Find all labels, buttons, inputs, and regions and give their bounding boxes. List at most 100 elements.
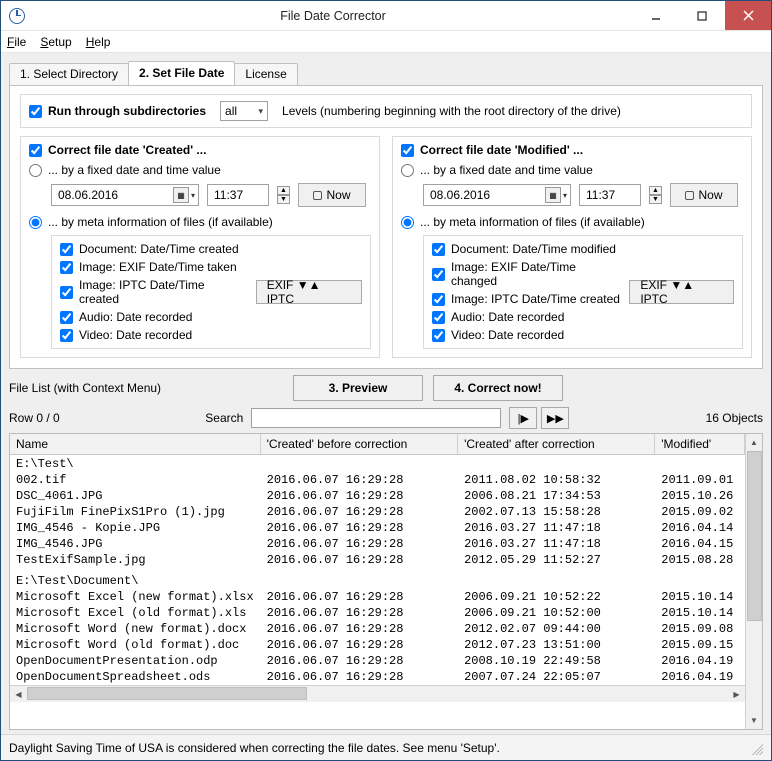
modified-meta-label: ... by meta information of files (if ava… (420, 215, 645, 229)
modified-now-button[interactable]: Now (670, 183, 738, 207)
created-meta-label: ... by meta information of files (if ava… (48, 215, 273, 229)
calendar-icon: ▦ (545, 187, 561, 203)
scroll-left-icon: ◀ (10, 690, 27, 699)
modified-time-spinner[interactable]: ▲ ▼ (649, 186, 662, 204)
row-counter: Row 0 / 0 (9, 411, 69, 425)
table-group[interactable]: E:\Test\ (10, 455, 745, 473)
subdir-checkbox-input[interactable] (29, 105, 42, 118)
created-time-value: 11:37 (214, 188, 243, 202)
tabstrip: 1. Select Directory 2. Set File Date Lic… (9, 61, 763, 85)
vscrollbar[interactable]: ▲ ▼ (745, 434, 762, 729)
levels-select[interactable]: all ▾ (220, 101, 268, 121)
created-fixed-radio[interactable] (29, 164, 42, 177)
subdir-checkbox[interactable]: Run through subdirectories (29, 104, 206, 118)
preview-button[interactable]: 3. Preview (293, 375, 423, 401)
created-fixed-label: ... by a fixed date and time value (48, 163, 221, 177)
modified-meta-radio[interactable] (401, 216, 414, 229)
created-date-value: 08.06.2016 (58, 188, 118, 202)
hscrollbar[interactable]: ◀ ▶ (10, 685, 745, 702)
table-row[interactable]: Microsoft Word (old format).doc2016.06.0… (10, 637, 745, 653)
modified-audio-check[interactable]: Audio: Date recorded (432, 310, 621, 324)
table-header-row[interactable]: Name 'Created' before correction 'Create… (10, 434, 745, 455)
levels-value: all (225, 104, 237, 118)
resize-grip-icon[interactable] (749, 741, 763, 755)
created-exif-iptc-button[interactable]: EXIF ▼▲ IPTC (256, 280, 362, 304)
menu-file[interactable]: File (7, 35, 26, 49)
created-audio-check[interactable]: Audio: Date recorded (60, 310, 248, 324)
created-iptc-check[interactable]: Image: IPTC Date/Time created (60, 278, 248, 306)
chevron-down-icon: ▾ (258, 106, 263, 117)
search-next-button[interactable]: |▶ (509, 407, 537, 429)
menubar: File Setup Help (1, 31, 771, 53)
chevron-down-icon: ▾ (191, 191, 195, 200)
modified-exif-iptc-button[interactable]: EXIF ▼▲ IPTC (629, 280, 734, 304)
subdir-panel: Run through subdirectories all ▾ Levels … (20, 94, 752, 128)
table-group[interactable]: E:\Test\Document\ (10, 568, 745, 589)
table-row[interactable]: DSC_4061.JPG2016.06.07 16:29:282006.08.2… (10, 488, 745, 504)
table-row[interactable]: Microsoft Word (new format).docx2016.06.… (10, 621, 745, 637)
modified-time-picker[interactable]: 11:37 (579, 184, 641, 206)
table-row[interactable]: IMG_4546 - Kopie.JPG2016.06.07 16:29:282… (10, 520, 745, 536)
modified-panel: Correct file date 'Modified' ... ... by … (392, 136, 752, 358)
table-row[interactable]: Microsoft Excel (new format).xlsx2016.06… (10, 589, 745, 605)
minimize-button[interactable] (633, 1, 679, 30)
table-row[interactable]: 002.tif2016.06.07 16:29:282011.08.02 10:… (10, 472, 745, 488)
filelist-label: File List (with Context Menu) (9, 381, 161, 395)
table-row[interactable]: OpenDocumentSpreadsheet.ods2016.06.07 16… (10, 669, 745, 685)
table-row[interactable]: FujiFilm FinePixS1Pro (1).jpg2016.06.07 … (10, 504, 745, 520)
hscroll-thumb[interactable] (27, 687, 307, 700)
menu-setup[interactable]: Setup (40, 35, 71, 49)
square-icon (313, 191, 322, 200)
col-before[interactable]: 'Created' before correction (260, 434, 457, 455)
spinner-up-icon: ▲ (649, 186, 662, 195)
table-row[interactable]: OpenDocumentPresentation.odp2016.06.07 1… (10, 653, 745, 669)
levels-desc: Levels (numbering beginning with the roo… (282, 104, 621, 118)
created-panel: Correct file date 'Created' ... ... by a… (20, 136, 380, 358)
menu-help[interactable]: Help (86, 35, 111, 49)
maximize-button[interactable] (679, 1, 725, 30)
vscroll-thumb[interactable] (747, 451, 762, 621)
created-date-picker[interactable]: 08.06.2016 ▦▾ (51, 184, 199, 206)
close-button[interactable] (725, 1, 771, 30)
created-video-check[interactable]: Video: Date recorded (60, 328, 248, 342)
correct-now-button[interactable]: 4. Correct now! (433, 375, 563, 401)
tab-select-directory[interactable]: 1. Select Directory (9, 63, 129, 85)
calendar-icon: ▦ (173, 187, 189, 203)
created-now-button[interactable]: Now (298, 183, 366, 207)
col-modified[interactable]: 'Modified' (655, 434, 745, 455)
modified-date-picker[interactable]: 08.06.2016 ▦▾ (423, 184, 571, 206)
table-row[interactable]: TestExifSample.jpg2016.06.07 16:29:28201… (10, 552, 745, 568)
object-count: 16 Objects (706, 411, 763, 425)
modified-enable-checkbox[interactable] (401, 144, 414, 157)
modified-iptc-check[interactable]: Image: IPTC Date/Time created (432, 292, 621, 306)
now-label: Now (698, 188, 722, 202)
tab-license[interactable]: License (234, 63, 297, 85)
table-row[interactable]: Microsoft Excel (old format).xls2016.06.… (10, 605, 745, 621)
table-row[interactable]: IMG_4546.JPG2016.06.07 16:29:282016.03.2… (10, 536, 745, 552)
modified-video-check[interactable]: Video: Date recorded (432, 328, 621, 342)
col-name[interactable]: Name (10, 434, 260, 455)
tab-set-file-date[interactable]: 2. Set File Date (128, 61, 235, 85)
spinner-down-icon: ▼ (649, 195, 662, 204)
modified-exif-check[interactable]: Image: EXIF Date/Time changed (432, 260, 621, 288)
search-skip-button[interactable]: ▶▶ (541, 407, 569, 429)
created-time-spinner[interactable]: ▲ ▼ (277, 186, 290, 204)
created-meta-radio[interactable] (29, 216, 42, 229)
modified-date-value: 08.06.2016 (430, 188, 490, 202)
search-input[interactable] (251, 408, 501, 428)
subdir-label: Run through subdirectories (48, 104, 206, 118)
created-exif-check[interactable]: Image: EXIF Date/Time taken (60, 260, 248, 274)
created-doc-check[interactable]: Document: Date/Time created (60, 242, 248, 256)
col-after[interactable]: 'Created' after correction (458, 434, 655, 455)
created-enable-checkbox[interactable] (29, 144, 42, 157)
status-text: Daylight Saving Time of USA is considere… (9, 741, 500, 755)
created-time-picker[interactable]: 11:37 (207, 184, 269, 206)
file-table[interactable]: Name 'Created' before correction 'Create… (9, 433, 763, 730)
modified-doc-check[interactable]: Document: Date/Time modified (432, 242, 621, 256)
titlebar: File Date Corrector (1, 1, 771, 31)
statusbar: Daylight Saving Time of USA is considere… (1, 734, 771, 760)
window-title: File Date Corrector (33, 9, 633, 23)
fast-forward-icon: ▶▶ (547, 412, 564, 425)
modified-fixed-radio[interactable] (401, 164, 414, 177)
square-icon (685, 191, 694, 200)
